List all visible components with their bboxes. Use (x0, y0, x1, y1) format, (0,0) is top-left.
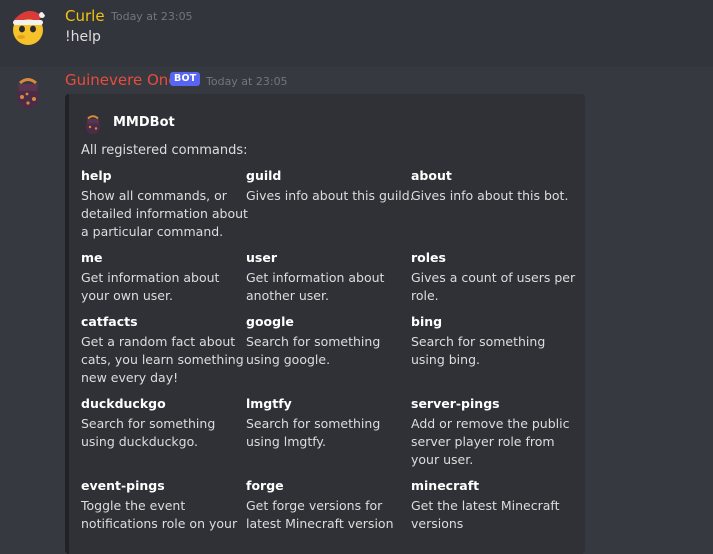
field-value-line: Search for something (246, 334, 381, 349)
field-value-line: Get the latest Minecraft (411, 498, 560, 513)
embed-field-google: google Search for something using google. (246, 313, 408, 369)
field-value-line: versions (411, 516, 464, 531)
help-embed: MMDBot All registered commands: help Show… (65, 94, 585, 554)
field-value-line: your user. (411, 452, 474, 467)
field-value-line: Get information about (246, 270, 385, 285)
embed-field-server-pings: server-pings Add or remove the public serv… (411, 395, 573, 469)
field-value: Get information about another user. (246, 269, 408, 305)
field-value: Gives info about this bot. (411, 187, 573, 205)
field-value-line: Search for something (411, 334, 546, 349)
field-value-line: using duckduckgo. (81, 434, 199, 449)
field-name: catfacts (81, 314, 138, 329)
field-name: help (81, 168, 112, 183)
embed-field-duckduckgo: duckduckgo Search for something using duck… (81, 395, 243, 451)
field-value-line: your own user. (81, 288, 173, 303)
field-value-line: latest Minecraft version (246, 516, 394, 531)
embed-field-roles: roles Gives a count of users per role. (411, 249, 576, 305)
embed-field-forge: forge Get forge versions for latest Minecr… (246, 477, 408, 533)
embed-author-name: MMDBot (113, 115, 175, 130)
embed-field-minecraft: minecraft Get the latest Minecraft version… (411, 477, 573, 533)
field-value: Get the latest Minecraft versions (411, 497, 573, 533)
embed-field-event-pings: event-pings Toggle the event notifications… (81, 477, 243, 533)
embed-field-help: help Show all commands, or detailed inform… (81, 167, 248, 241)
embed-field-about: about Gives info about this bot. (411, 167, 573, 205)
embed-field-lmgtfy: lmgtfy Search for something using lmgtfy. (246, 395, 408, 451)
field-name: forge (246, 478, 284, 493)
field-value: Search for something using bing. (411, 333, 573, 369)
field-value-line: notifications role on your (81, 516, 238, 531)
field-value-line: Search for something (81, 416, 216, 431)
field-name: google (246, 314, 294, 329)
bot-bag-avatar[interactable] (8, 72, 48, 112)
embed-description: All registered commands: (81, 143, 248, 158)
field-name: about (411, 168, 452, 183)
field-value-line: using google. (246, 352, 331, 367)
field-value: Gives info about this guild. (246, 187, 414, 205)
field-value-line: new every day! (81, 370, 179, 385)
field-name: roles (411, 250, 446, 265)
field-value-line: Get forge versions for (246, 498, 383, 513)
field-value-line: role. (411, 288, 439, 303)
field-name: lmgtfy (246, 396, 292, 411)
field-value: Show all commands, or detailed informatio… (81, 187, 248, 241)
field-value-line: Gives info about this bot. (411, 188, 569, 203)
field-value-line: using lmgtfy. (246, 434, 326, 449)
field-value-line: Gives info about this guild. (246, 188, 414, 203)
message-timestamp: Today at 23:05 (111, 10, 193, 23)
field-value: Get a random fact about cats, you learn s… (81, 333, 244, 387)
embed-field-guild: guild Gives info about this guild. (246, 167, 414, 205)
embed-field-bing: bing Search for something using bing. (411, 313, 573, 369)
field-value: Add or remove the public server player ro… (411, 415, 573, 469)
field-value-line: Show all commands, or (81, 188, 227, 203)
field-name: event-pings (81, 478, 165, 493)
author-text[interactable]: Curle (65, 7, 105, 25)
field-name: guild (246, 168, 282, 183)
field-value: Gives a count of users per role. (411, 269, 576, 305)
field-value-line: cats, you learn something (81, 352, 244, 367)
duck-santa-hat-avatar[interactable] (8, 6, 48, 46)
embed-field-catfacts: catfacts Get a random fact about cats, you… (81, 313, 244, 387)
field-name: minecraft (411, 478, 480, 493)
field-value: Search for something using google. (246, 333, 408, 369)
embed-color-bar (65, 94, 69, 554)
embed-field-user: user Get information about another user. (246, 249, 408, 305)
field-name: bing (411, 314, 443, 329)
field-value-line: using bing. (411, 352, 480, 367)
field-value-line: Toggle the event (81, 498, 186, 513)
field-value-line: detailed information about (81, 206, 248, 221)
field-value: Search for something using lmgtfy. (246, 415, 408, 451)
field-value-line: another user. (246, 288, 329, 303)
message-author-name[interactable]: Guinevere One (65, 71, 178, 89)
bot-tag-badge: BOT (170, 72, 201, 86)
field-value-line: server player role from (411, 434, 555, 449)
field-name: duckduckgo (81, 396, 166, 411)
field-value-line: Search for something (246, 416, 381, 431)
field-name: server-pings (411, 396, 500, 411)
message-author-name[interactable]: Curle (65, 7, 105, 25)
field-value: Get information about your own user. (81, 269, 243, 305)
message-curle[interactable]: Curle Today at 23:05 !help (0, 0, 713, 67)
bot-bag-icon (81, 112, 105, 136)
field-value: Get forge versions for latest Minecraft v… (246, 497, 408, 533)
field-value-line: Add or remove the public (411, 416, 570, 431)
embed-field-me: me Get information about your own user. (81, 249, 243, 305)
message-timestamp: Today at 23:05 (206, 75, 288, 88)
field-value-line: a particular command. (81, 224, 224, 239)
author-text[interactable]: Guinevere One (65, 71, 178, 89)
field-name: user (246, 250, 277, 265)
field-value: Search for something using duckduckgo. (81, 415, 243, 451)
field-value-line: Gives a count of users per (411, 270, 576, 285)
field-name: me (81, 250, 103, 265)
field-value: Toggle the event notifications role on yo… (81, 497, 243, 533)
field-value-line: Get information about (81, 270, 220, 285)
field-value-line: Get a random fact about (81, 334, 236, 349)
message-content: !help (65, 29, 101, 45)
